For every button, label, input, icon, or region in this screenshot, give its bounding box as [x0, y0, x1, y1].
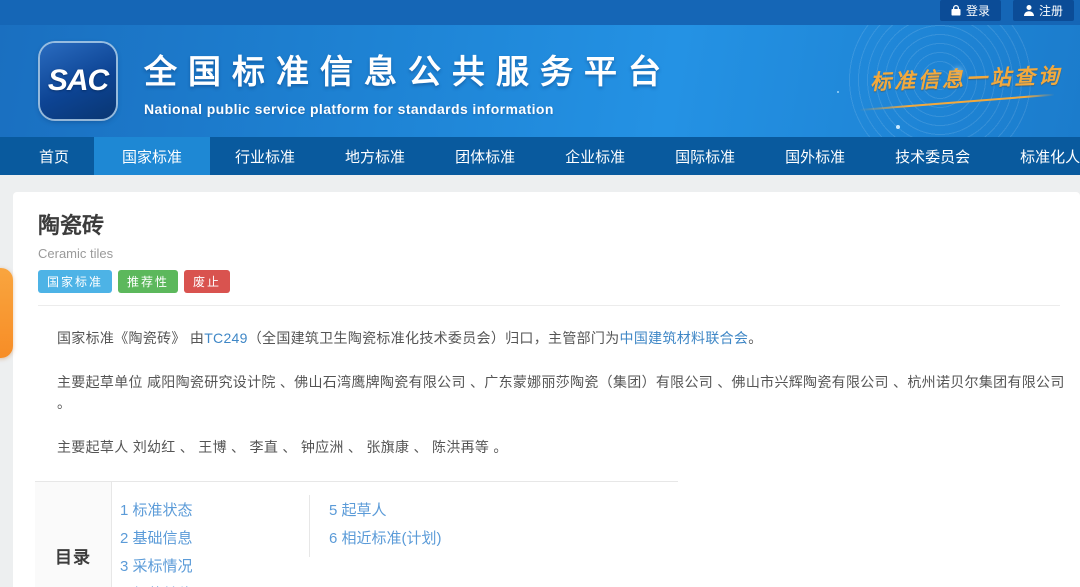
- nav-item-4[interactable]: 团体标准: [430, 137, 540, 175]
- toc-item: 4 起草单位: [120, 582, 309, 587]
- toc-box: 目录 1 标准状态 2 基础信息 3 采标情况 4 起草单位 5 起草人 6 相近标准(…: [35, 481, 678, 587]
- toc-heading: 目录: [55, 543, 91, 568]
- nav-item-8[interactable]: 技术委员会: [870, 137, 995, 175]
- login-label: 登录: [966, 2, 990, 19]
- nav-item-3[interactable]: 地方标准: [320, 137, 430, 175]
- toc-link-2[interactable]: 2 基础信息: [120, 530, 193, 547]
- divider: [38, 305, 1060, 306]
- toc-link-1[interactable]: 1 标准状态: [120, 502, 193, 519]
- paragraph-1: 国家标准《陶瓷砖》 由TC249（全国建筑卫生陶瓷标准化技术委员会）归口，主管部…: [57, 328, 1080, 348]
- nav-item-1[interactable]: 国家标准: [94, 137, 210, 175]
- status-badge-1: 推荐性: [118, 270, 178, 293]
- login-button[interactable]: 登录: [940, 0, 1001, 21]
- nav-item-6[interactable]: 国际标准: [650, 137, 760, 175]
- user-icon: [1024, 5, 1034, 16]
- toc-column-1: 1 标准状态 2 基础信息 3 采标情况 4 起草单位: [112, 495, 309, 587]
- register-button[interactable]: 注册: [1013, 0, 1074, 21]
- content-card: 陶瓷砖 Ceramic tiles 国家标准推荐性废止 国家标准《陶瓷砖》 由T…: [13, 192, 1080, 587]
- nav-item-5[interactable]: 企业标准: [540, 137, 650, 175]
- paragraph-2: 主要起草单位 咸阳陶瓷研究设计院 、佛山石湾鹰牌陶瓷有限公司 、广东蒙娜丽莎陶瓷…: [57, 372, 1080, 413]
- toc-link-5[interactable]: 5 起草人: [329, 502, 387, 519]
- top-bar: 登录 注册: [0, 0, 1080, 25]
- sac-logo-text: SAC: [48, 64, 108, 98]
- toc-item: 5 起草人: [329, 498, 442, 523]
- sac-logo: SAC: [40, 43, 116, 119]
- site-title: 全国标准信息公共服务平台: [144, 45, 672, 93]
- status-badge-2: 废止: [184, 270, 230, 293]
- status-badge-0: 国家标准: [38, 270, 112, 293]
- badge-row: 国家标准推荐性废止: [38, 270, 1080, 293]
- site-brand[interactable]: SAC 全国标准信息公共服务平台 National public service…: [40, 43, 672, 119]
- nav-item-9[interactable]: 标准化人才: [995, 137, 1080, 175]
- page-title: 陶瓷砖: [38, 208, 1080, 240]
- site-subtitle: National public service platform for sta…: [144, 101, 672, 117]
- side-float-widget[interactable]: [0, 268, 13, 358]
- site-header: SAC 全国标准信息公共服务平台 National public service…: [0, 25, 1080, 137]
- toc-item: 1 标准状态: [120, 498, 309, 523]
- toc-item: 3 采标情况: [120, 554, 309, 579]
- toc-heading-cell: 目录: [35, 482, 112, 587]
- paragraph-3: 主要起草人 刘幼红 、 王博 、 李直 、 钟应洲 、 张旗康 、 陈洪再等 。: [57, 437, 1080, 457]
- description-paragraphs: 国家标准《陶瓷砖》 由TC249（全国建筑卫生陶瓷标准化技术委员会）归口，主管部…: [57, 328, 1080, 457]
- toc-column-2: 5 起草人 6 相近标准(计划): [309, 495, 442, 557]
- page-title-en: Ceramic tiles: [38, 246, 1080, 261]
- brand-titles: 全国标准信息公共服务平台 National public service pla…: [144, 45, 672, 117]
- inline-link[interactable]: TC249: [204, 330, 248, 346]
- toc-item: 6 相近标准(计划): [329, 526, 442, 551]
- toc-link-3[interactable]: 3 采标情况: [120, 558, 193, 575]
- auth-buttons: 登录 注册: [940, 0, 1074, 21]
- nav-item-7[interactable]: 国外标准: [760, 137, 870, 175]
- lock-icon: [951, 5, 961, 16]
- main-nav: 首页国家标准行业标准地方标准团体标准企业标准国际标准国外标准技术委员会标准化人才: [0, 137, 1080, 175]
- toc-item: 2 基础信息: [120, 526, 309, 551]
- register-label: 注册: [1039, 2, 1063, 19]
- main-area: 陶瓷砖 Ceramic tiles 国家标准推荐性废止 国家标准《陶瓷砖》 由T…: [0, 175, 1080, 587]
- inline-link[interactable]: 中国建筑材料联合会: [620, 330, 749, 346]
- nav-item-0[interactable]: 首页: [14, 137, 94, 175]
- toc-link-6[interactable]: 6 相近标准(计划): [329, 530, 442, 547]
- nav-item-2[interactable]: 行业标准: [210, 137, 320, 175]
- toc-columns: 1 标准状态 2 基础信息 3 采标情况 4 起草单位 5 起草人 6 相近标准(计划): [112, 482, 442, 587]
